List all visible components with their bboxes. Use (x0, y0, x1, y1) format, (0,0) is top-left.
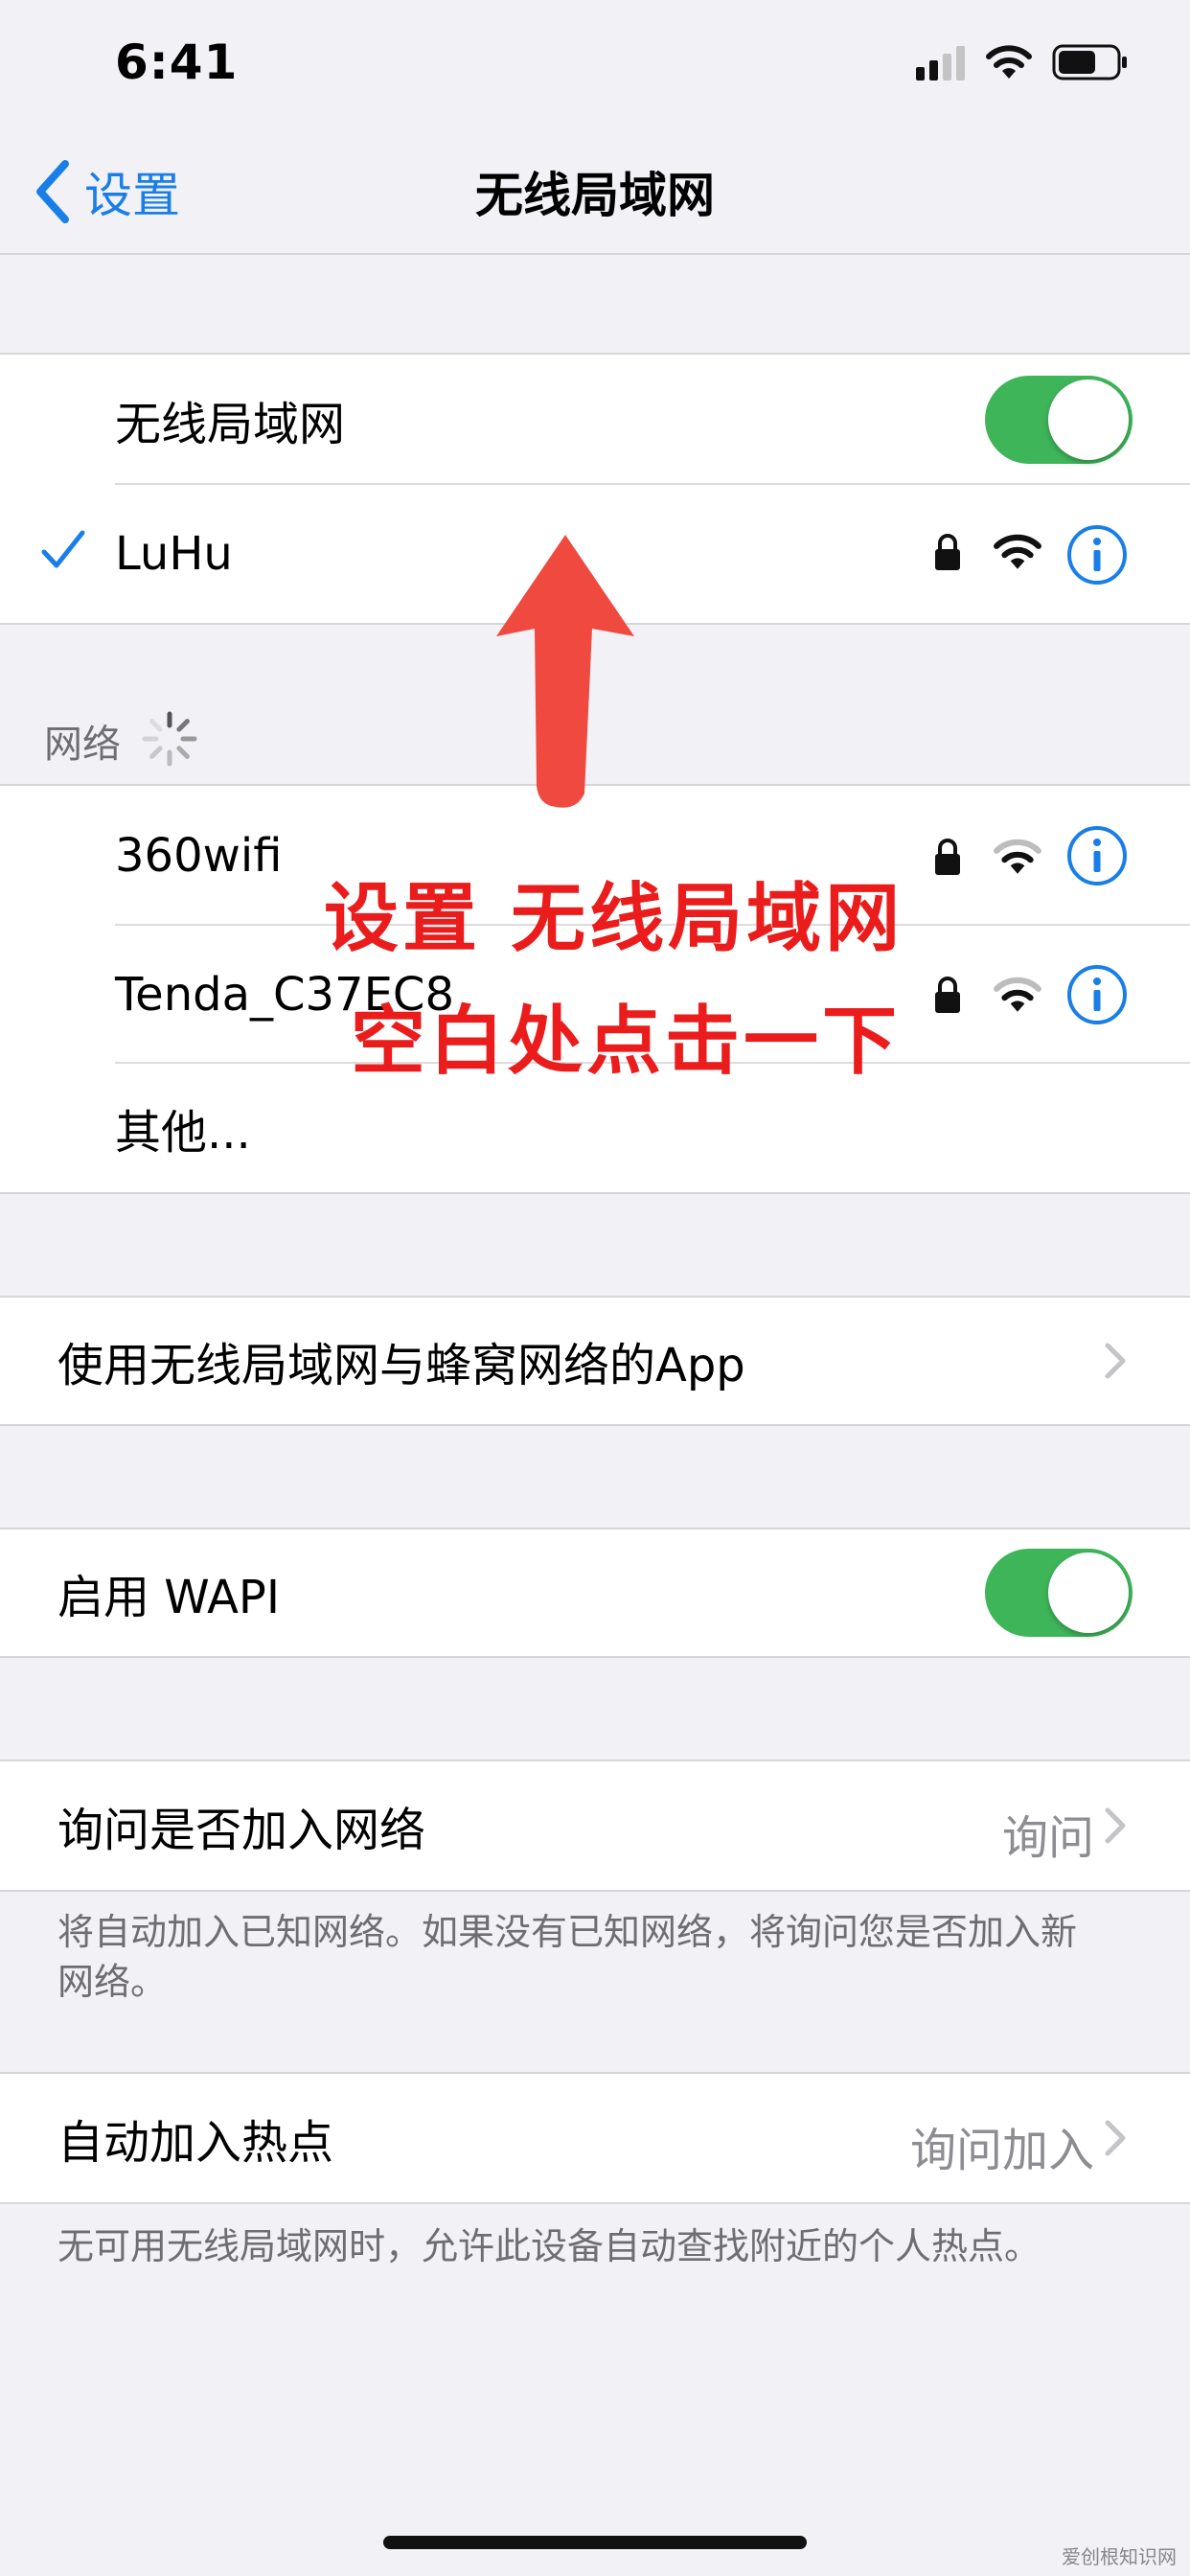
annotation-line-2: 空白处点击一下 (351, 999, 902, 1085)
watermark: 爱创根知识网 (1062, 2545, 1177, 2568)
chevron-right-icon (1105, 2120, 1126, 2156)
chevron-right-icon (1105, 1343, 1126, 1379)
wifi-toggle[interactable] (985, 376, 1133, 464)
up-arrow-icon (496, 535, 634, 808)
ask-join-value: 询问 (1001, 1811, 1094, 1865)
ask-join-row[interactable]: 询问是否加入网络 询问 (0, 1761, 1190, 1890)
wifi-toggle-label: 无线局域网 (115, 398, 346, 451)
status-time: 6:41 (115, 34, 239, 90)
lock-icon (935, 977, 960, 1013)
hotspot-footnote: 无可用无线局域网时，允许此设备自动查找附近的个人热点。 (57, 2225, 1041, 2267)
wapi-row: 启用 WAPI (0, 1530, 1190, 1656)
status-bar: 6:41 (0, 0, 1190, 134)
wifi-signal-icon (994, 977, 1041, 1012)
wlan-apps-row[interactable]: 使用无线局域网与蜂窝网络的App (0, 1298, 1190, 1424)
info-icon[interactable] (1065, 963, 1129, 1026)
connected-network-name: LuHu (115, 527, 233, 581)
hotspot-row[interactable]: 自动加入热点 询问加入 (0, 2074, 1190, 2202)
ask-join-group: 询问是否加入网络 询问 (0, 1760, 1190, 1892)
apps-group: 使用无线局域网与蜂窝网络的App (0, 1296, 1190, 1426)
lock-icon (935, 839, 960, 875)
info-icon[interactable] (1065, 824, 1129, 887)
home-indicator[interactable] (383, 2536, 807, 2549)
page-title: 无线局域网 (475, 168, 715, 223)
chevron-right-icon (1105, 1807, 1126, 1844)
annotation-line-1: 设置 无线局域网 (324, 876, 904, 962)
hotspot-group: 自动加入热点 询问加入 (0, 2072, 1190, 2204)
battery-icon (1052, 44, 1127, 80)
info-icon[interactable] (1065, 523, 1129, 586)
wifi-status-icon (986, 45, 1032, 79)
hotspot-value: 询问加入 (909, 2124, 1094, 2177)
cellular-signal-icon (916, 46, 965, 80)
other-network-label: 其他... (115, 1106, 251, 1160)
checkmark-icon (41, 530, 85, 568)
wapi-label: 启用 WAPI (57, 1571, 281, 1624)
network-name: 360wifi (115, 829, 283, 883)
wifi-signal-icon (994, 839, 1041, 874)
wapi-group: 启用 WAPI (0, 1528, 1190, 1658)
wifi-signal-icon (994, 534, 1041, 569)
ask-join-footnote: 将自动加入已知网络。如果没有已知网络，将询问您是否加入新网络。 (57, 1911, 1078, 2003)
wlan-apps-label: 使用无线局域网与蜂窝网络的App (57, 1339, 745, 1392)
lock-icon (935, 534, 960, 570)
networks-section-title: 网络 (44, 723, 121, 767)
wapi-toggle[interactable] (985, 1549, 1133, 1637)
ask-join-label: 询问是否加入网络 (57, 1804, 426, 1857)
hotspot-label: 自动加入热点 (57, 2116, 334, 2170)
loading-spinner-icon (142, 711, 197, 767)
wifi-toggle-row: 无线局域网 (0, 355, 1190, 485)
